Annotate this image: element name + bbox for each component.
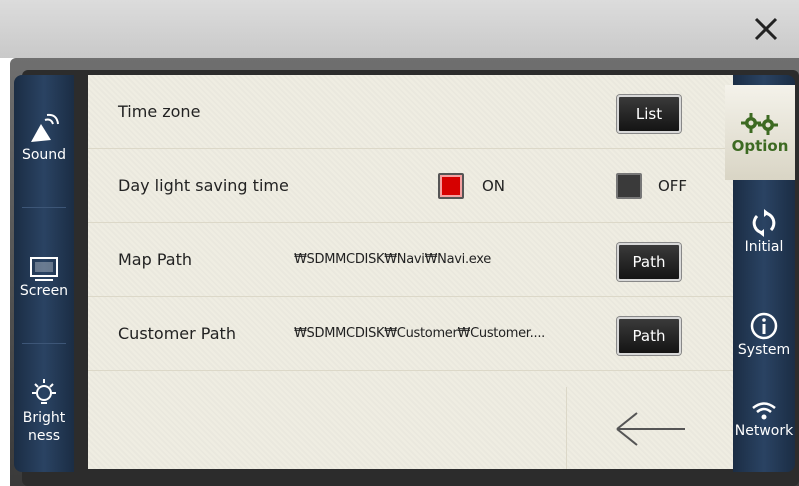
map-path-value: ₩SDMMCDISK₩Navi₩Navi.exe xyxy=(294,252,491,267)
row-map-path: Map Path ₩SDMMCDISK₩Navi₩Navi.exe Path xyxy=(88,223,733,297)
nav-brightness[interactable]: Bright ness xyxy=(14,355,74,467)
back-arrow-icon xyxy=(616,412,685,446)
customer-path-button[interactable]: Path xyxy=(617,317,681,355)
time-zone-list-button[interactable]: List xyxy=(617,95,681,133)
nav-divider xyxy=(22,207,66,208)
nav-sound-label: Sound xyxy=(21,147,67,163)
row-dst: Day light saving time ON OFF xyxy=(88,149,733,223)
nav-brightness-label-2: ness xyxy=(27,428,61,444)
nav-initial[interactable]: Initial xyxy=(733,187,795,277)
nav-option[interactable]: Option xyxy=(725,85,795,180)
map-path-button[interactable]: Path xyxy=(617,243,681,281)
close-icon xyxy=(754,17,778,41)
dst-on-checkbox[interactable] xyxy=(438,173,464,199)
dst-off-checkbox[interactable] xyxy=(616,173,642,199)
left-nav: Sound Screen Bright ness xyxy=(14,75,74,472)
nav-network-label: Network xyxy=(734,423,794,439)
nav-network[interactable]: Network xyxy=(733,380,795,460)
settings-panel: Time zone List Day light saving time ON … xyxy=(88,75,733,469)
screen-icon xyxy=(30,257,58,281)
nav-sound[interactable]: Sound xyxy=(14,83,74,193)
info-icon xyxy=(750,312,778,340)
nav-system[interactable]: System xyxy=(733,290,795,380)
brightness-icon xyxy=(32,379,56,404)
nav-screen-label: Screen xyxy=(19,283,69,299)
close-button[interactable] xyxy=(749,12,783,46)
customer-path-value: ₩SDMMCDISK₩Customer₩Customer.... xyxy=(294,326,545,341)
row-customer-path: Customer Path ₩SDMMCDISK₩Customer₩Custom… xyxy=(88,297,733,371)
nav-option-label: Option xyxy=(731,136,789,155)
nav-system-label: System xyxy=(737,342,791,358)
dst-off-label: OFF xyxy=(658,177,688,195)
sound-icon xyxy=(31,113,59,142)
dst-label: Day light saving time xyxy=(118,176,289,195)
row-time-zone: Time zone List xyxy=(88,75,733,149)
customer-path-label: Customer Path xyxy=(118,324,236,343)
back-button[interactable] xyxy=(566,387,733,469)
map-path-label: Map Path xyxy=(118,250,192,269)
time-zone-label: Time zone xyxy=(118,102,201,121)
title-bar xyxy=(0,0,799,58)
dst-on-label: ON xyxy=(482,177,506,195)
refresh-icon xyxy=(752,209,776,237)
nav-initial-label: Initial xyxy=(744,239,784,255)
nav-brightness-label-1: Bright xyxy=(22,410,66,426)
nav-divider xyxy=(22,343,66,344)
gears-icon xyxy=(741,112,778,135)
wifi-icon xyxy=(752,402,776,420)
nav-screen[interactable]: Screen xyxy=(14,223,74,333)
